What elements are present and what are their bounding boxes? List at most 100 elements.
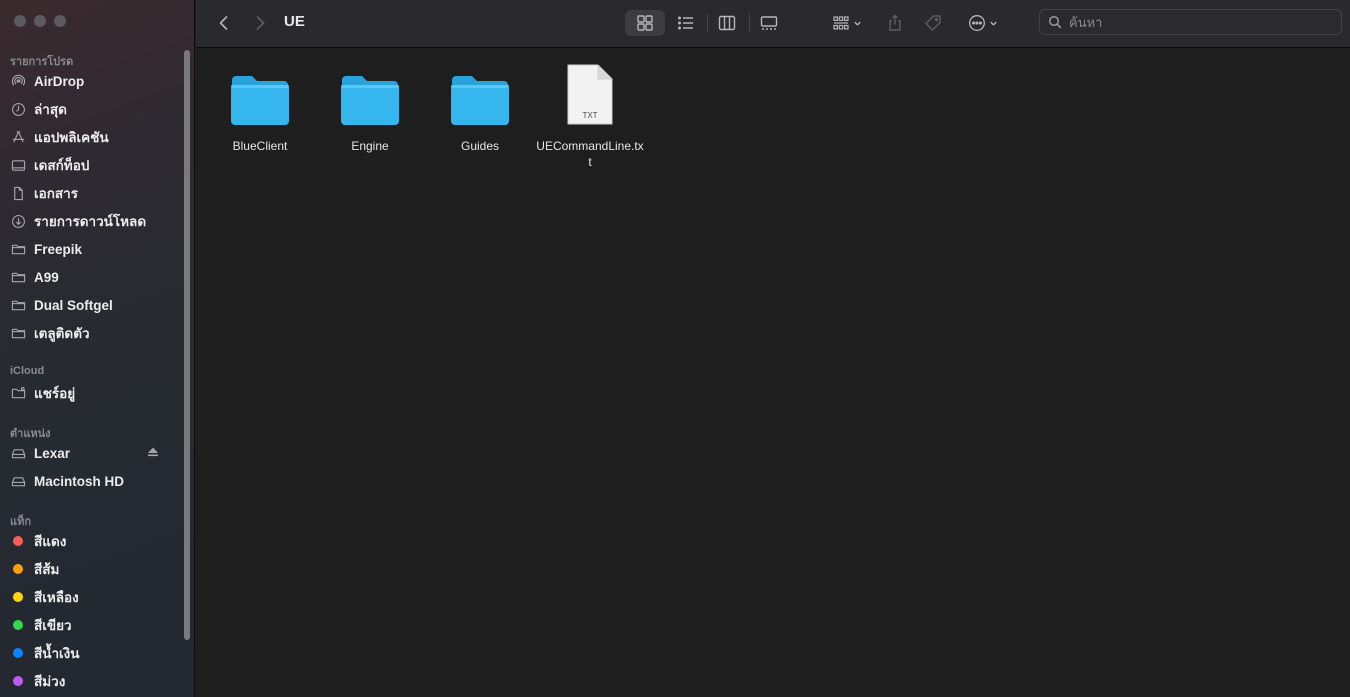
sidebar-item-macintosh-hd[interactable]: Macintosh HD <box>10 470 170 492</box>
folder-icon <box>10 297 26 313</box>
zoom-window-button[interactable] <box>54 15 66 27</box>
file-item-blueclient[interactable]: BlueClient <box>206 62 314 154</box>
grid-icon <box>637 15 653 31</box>
sidebar-item-recents[interactable]: ล่าสุด <box>10 98 170 120</box>
sidebar-item-label: Dual Softgel <box>34 297 113 313</box>
list-icon <box>678 16 693 30</box>
eject-icon[interactable] <box>146 445 160 459</box>
sidebar-item-a99[interactable]: A99 <box>10 266 170 288</box>
text-file-icon: TXT <box>558 62 622 126</box>
folder-icon <box>10 241 26 257</box>
sidebar-tag-blue[interactable]: สีน้ำเงิน <box>10 642 170 664</box>
chevron-down-icon <box>854 21 861 26</box>
search-icon <box>1048 15 1062 29</box>
search-field[interactable] <box>1039 9 1342 35</box>
sidebar-item-dual-softgel[interactable]: Dual Softgel <box>10 294 170 316</box>
sidebar-item-label: สีม่วง <box>34 674 66 689</box>
tags-header: แท็ก <box>10 516 32 528</box>
applications-icon <box>10 129 26 145</box>
toolbar-divider <box>707 14 708 32</box>
list-view-button[interactable] <box>674 10 698 36</box>
sidebar-item-label: แอปพลิเคชัน <box>34 130 109 145</box>
sidebar-item-applications[interactable]: แอปพลิเคชัน <box>10 126 170 148</box>
sidebar-item-label: Freepik <box>34 241 83 257</box>
drive-icon <box>10 473 26 489</box>
sidebar-item-label: Macintosh HD <box>34 473 125 489</box>
sidebar: รายการโปรด AirDrop ล่าสุด แอปพลิเคชัน เด… <box>0 0 195 697</box>
forward-button[interactable] <box>248 10 272 36</box>
window-controls <box>14 15 66 27</box>
ellipsis-circle-icon <box>969 15 985 31</box>
sidebar-item-label: สีเหลือง <box>34 590 79 605</box>
tag-button[interactable] <box>921 10 945 36</box>
sidebar-item-lexar[interactable]: Lexar <box>10 442 160 464</box>
gallery-icon <box>760 16 778 30</box>
group-by-button[interactable] <box>827 10 867 36</box>
toolbar-divider <box>749 14 750 32</box>
toolbar: UE <box>196 0 1350 48</box>
sidebar-item-freepik[interactable]: Freepik <box>10 238 170 260</box>
columns-icon <box>718 15 736 31</box>
red-tag-dot-icon <box>13 536 23 546</box>
chevron-right-icon <box>256 16 265 30</box>
sidebar-item-label: สีเขียว <box>34 618 72 633</box>
file-name: Engine <box>351 139 389 153</box>
purple-tag-dot-icon <box>13 676 23 686</box>
sidebar-item-label: A99 <box>34 269 59 285</box>
sidebar-item-label: ล่าสุด <box>34 102 67 117</box>
drive-icon <box>10 445 26 461</box>
locations-header: ตำแหน่ง <box>10 428 51 440</box>
sidebar-scrollbar[interactable] <box>184 50 190 640</box>
sidebar-item-desktop[interactable]: เดสก์ท็อป <box>10 154 170 176</box>
document-icon <box>10 185 26 201</box>
sidebar-item-airdrop[interactable]: AirDrop <box>10 70 170 92</box>
sidebar-tag-purple[interactable]: สีม่วง <box>10 670 170 692</box>
sidebar-tag-orange[interactable]: สีส้ม <box>10 558 170 580</box>
sidebar-item-folder-4[interactable]: เตลูติดตัว <box>10 322 170 344</box>
sidebar-tag-red[interactable]: สีแดง <box>10 530 170 552</box>
sidebar-item-label: AirDrop <box>34 73 85 89</box>
sidebar-item-label: เอกสาร <box>34 186 78 201</box>
back-button[interactable] <box>212 10 236 36</box>
folder-icon <box>10 269 26 285</box>
sidebar-item-label: สีแดง <box>34 534 67 549</box>
minimize-window-button[interactable] <box>34 15 46 27</box>
download-icon <box>10 213 26 229</box>
yellow-tag-dot-icon <box>13 592 23 602</box>
icloud-header: iCloud <box>10 365 45 377</box>
share-icon <box>889 14 901 31</box>
file-name: Guides <box>460 139 500 153</box>
favorites-header: รายการโปรด <box>10 56 74 68</box>
folder-icon <box>228 62 292 126</box>
sidebar-item-label: เตลูติดตัว <box>34 326 90 341</box>
sidebar-item-label: เดสก์ท็อป <box>34 158 90 173</box>
sidebar-item-shared[interactable]: แชร์อยู่ <box>10 382 170 404</box>
close-window-button[interactable] <box>14 15 26 27</box>
chevron-left-icon <box>219 16 228 30</box>
sidebar-item-label: สีส้ม <box>34 562 60 577</box>
folder-icon <box>10 325 26 341</box>
search-input[interactable] <box>1067 13 1311 31</box>
sidebar-item-documents[interactable]: เอกสาร <box>10 182 170 204</box>
group-grid-icon <box>833 16 849 30</box>
sidebar-item-downloads[interactable]: รายการดาวน์โหลด <box>10 210 170 232</box>
desktop-icon <box>10 157 26 173</box>
sidebar-tag-green[interactable]: สีเขียว <box>10 614 170 636</box>
icon-view-button[interactable] <box>625 10 665 36</box>
blue-tag-dot-icon <box>13 648 23 658</box>
shared-folder-icon <box>10 385 26 401</box>
orange-tag-dot-icon <box>13 564 23 574</box>
file-item-engine[interactable]: Engine <box>316 62 424 154</box>
chevron-down-icon <box>990 21 997 26</box>
more-actions-button[interactable] <box>964 10 1002 36</box>
file-item-uecommandline[interactable]: TXT UECommandLine.txt <box>536 62 644 170</box>
file-name: UECommandLine.txt <box>536 139 644 169</box>
share-button[interactable] <box>883 10 907 36</box>
sidebar-tag-yellow[interactable]: สีเหลือง <box>10 586 170 608</box>
clock-icon <box>10 101 26 117</box>
column-view-button[interactable] <box>714 10 740 36</box>
window-title: UE <box>284 13 305 30</box>
file-item-guides[interactable]: Guides <box>426 62 534 154</box>
sidebar-item-label: Lexar <box>34 445 71 461</box>
gallery-view-button[interactable] <box>756 10 782 36</box>
